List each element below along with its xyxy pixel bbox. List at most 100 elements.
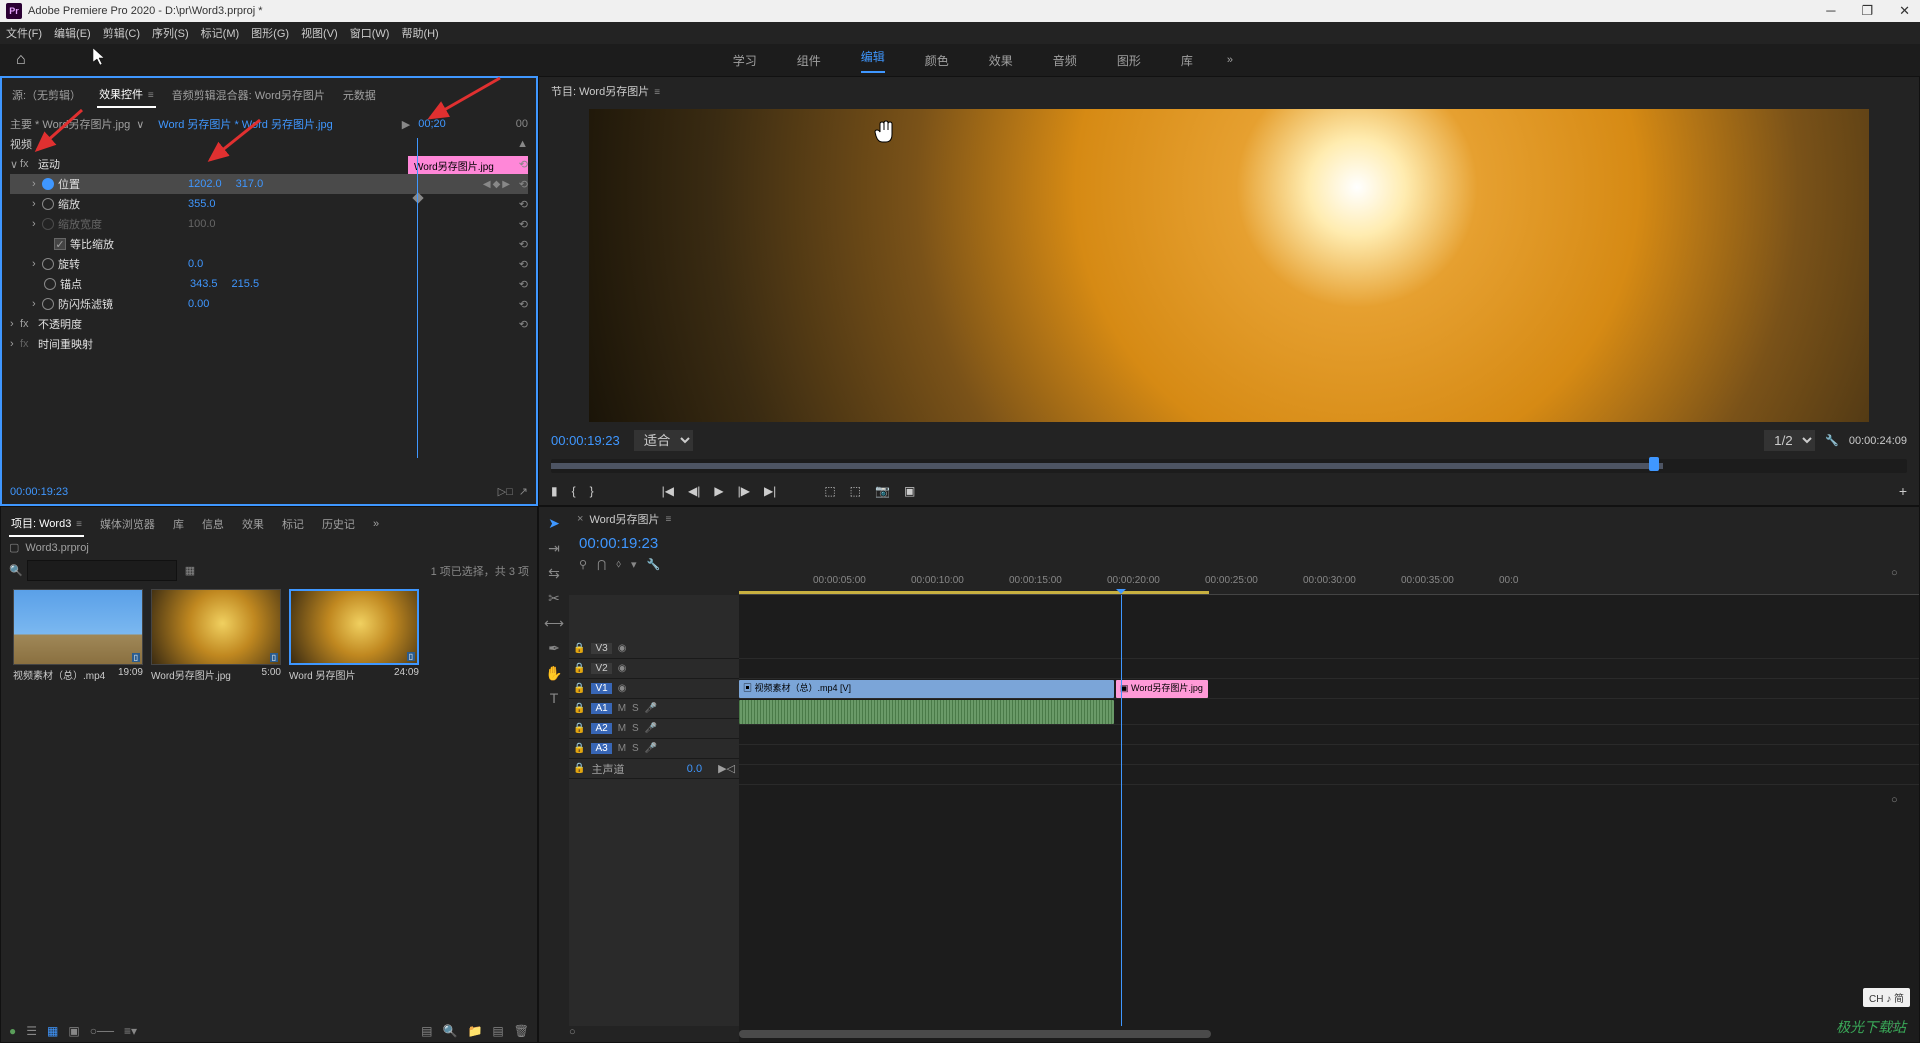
mark-in-icon[interactable]: ▮ bbox=[551, 484, 558, 498]
tab-markers[interactable]: 标记 bbox=[280, 512, 306, 536]
ws-editing[interactable]: 编辑 bbox=[861, 48, 885, 73]
stopwatch-scalew[interactable] bbox=[42, 218, 54, 230]
ws-color[interactable]: 颜色 bbox=[925, 52, 949, 69]
antiflicker-value[interactable]: 0.00 bbox=[188, 298, 209, 310]
settings-icon[interactable]: ▾ bbox=[631, 558, 637, 571]
pen-tool-icon[interactable]: ✒ bbox=[548, 640, 560, 657]
play-button[interactable]: ▶ bbox=[714, 484, 723, 498]
track-head-a2[interactable]: 🔒A2MS🎤 bbox=[569, 719, 739, 739]
snap-icon[interactable]: ⚲ bbox=[579, 558, 587, 571]
tab-metadata[interactable]: 元数据 bbox=[341, 83, 378, 107]
reset-motion[interactable]: ⟲ bbox=[519, 158, 528, 171]
goto-in-icon[interactable]: |◀ bbox=[662, 484, 674, 498]
prev-kf[interactable]: ◀ bbox=[483, 179, 491, 190]
track-v3[interactable] bbox=[739, 639, 1919, 659]
menu-help[interactable]: 帮助(H) bbox=[401, 25, 438, 41]
anchor-y[interactable]: 215.5 bbox=[232, 278, 260, 290]
expand-antiflicker[interactable]: › bbox=[32, 298, 42, 310]
list-view-icon[interactable]: ☰ bbox=[26, 1024, 37, 1038]
collapse-icon[interactable]: ▲ bbox=[517, 138, 528, 150]
tab-effects[interactable]: 效果 bbox=[240, 512, 266, 536]
step-back-icon[interactable]: ◀| bbox=[688, 484, 700, 498]
track-a1[interactable] bbox=[739, 699, 1919, 725]
ws-graphics[interactable]: 图形 bbox=[1117, 52, 1141, 69]
ws-learn[interactable]: 学习 bbox=[733, 52, 757, 69]
position-y[interactable]: 317.0 bbox=[236, 178, 264, 190]
goto-out-icon[interactable]: ▶| bbox=[764, 484, 776, 498]
settings-wrench-icon[interactable]: 🔧 bbox=[1825, 434, 1839, 447]
reset-opacity[interactable]: ⟲ bbox=[519, 318, 528, 331]
filter-icon[interactable]: ▦ bbox=[185, 564, 195, 577]
ws-assembly[interactable]: 组件 bbox=[797, 52, 821, 69]
expand-position[interactable]: › bbox=[32, 178, 42, 190]
tab-info[interactable]: 信息 bbox=[200, 512, 226, 536]
menu-view[interactable]: 视图(V) bbox=[301, 25, 338, 41]
selection-tool-icon[interactable]: ➤ bbox=[548, 515, 560, 532]
expand-scalew[interactable]: › bbox=[32, 218, 42, 230]
track-head-a1[interactable]: 🔒A1MS🎤 bbox=[569, 699, 739, 719]
menu-edit[interactable]: 编辑(E) bbox=[54, 25, 91, 41]
hand-tool-icon[interactable]: ✋ bbox=[545, 665, 562, 682]
timeline-scrollbar[interactable]: ○ bbox=[739, 1026, 1919, 1042]
scale-value[interactable]: 355.0 bbox=[188, 198, 216, 210]
tab-history[interactable]: 历史记 bbox=[320, 512, 357, 536]
home-icon[interactable]: ⌂ bbox=[16, 51, 26, 69]
reset-uniform[interactable]: ⟲ bbox=[519, 238, 528, 251]
track-master[interactable] bbox=[739, 765, 1919, 785]
marker-add-icon[interactable]: ⬨ bbox=[616, 558, 621, 571]
expand-motion[interactable]: ∨ bbox=[10, 158, 20, 171]
track-v1[interactable]: ▣ 视频素材（总）.mp4 [V] ▣ Word另存图片.jpg bbox=[739, 679, 1919, 699]
menu-clip[interactable]: 剪辑(C) bbox=[103, 25, 140, 41]
minimize-button[interactable]: ─ bbox=[1822, 3, 1839, 19]
linked-sel-icon[interactable]: ⋂ bbox=[597, 558, 606, 571]
sort-icon[interactable]: ≡▾ bbox=[124, 1024, 137, 1038]
expand-timeremap[interactable]: › bbox=[10, 338, 20, 350]
ws-more-icon[interactable]: » bbox=[1227, 54, 1233, 66]
next-kf[interactable]: ▶ bbox=[502, 179, 510, 190]
reset-scale[interactable]: ⟲ bbox=[519, 198, 528, 211]
fx-opacity-icon[interactable]: fx bbox=[20, 318, 34, 330]
menu-markers[interactable]: 标记(M) bbox=[201, 25, 240, 41]
tab-libraries[interactable]: 库 bbox=[171, 512, 186, 536]
tl-vzoom-top[interactable]: ○ bbox=[1891, 567, 1911, 579]
track-head-v1[interactable]: 🔒V1◉ bbox=[569, 679, 739, 699]
tab-media-browser[interactable]: 媒体浏览器 bbox=[98, 512, 157, 536]
export-frame-icon[interactable]: 📷 bbox=[875, 484, 890, 498]
tab-source[interactable]: 源:（无剪辑） bbox=[10, 83, 83, 107]
freeform-view-icon[interactable]: ▣ bbox=[68, 1024, 79, 1038]
marker-icon[interactable]: } bbox=[590, 484, 594, 498]
track-head-a3[interactable]: 🔒A3MS🎤 bbox=[569, 739, 739, 759]
find-icon[interactable]: 🔍 bbox=[443, 1024, 458, 1038]
comparison-icon[interactable]: ▣ bbox=[904, 484, 915, 498]
project-item-2[interactable]: ▯ Word另存图片.jpg5:00 bbox=[151, 589, 281, 684]
timeline-tracks-area[interactable]: ▣ 视频素材（总）.mp4 [V] ▣ Word另存图片.jpg bbox=[739, 595, 1919, 1026]
expand-opacity[interactable]: › bbox=[10, 318, 20, 330]
effect-tool-2[interactable]: ↗ bbox=[519, 485, 528, 498]
program-tc[interactable]: 00:00:19:23 bbox=[551, 433, 620, 448]
program-scrubber[interactable] bbox=[551, 459, 1907, 473]
track-head-v2[interactable]: 🔒V2◉ bbox=[569, 659, 739, 679]
track-head-master[interactable]: 🔒主声道0.0▶◁ bbox=[569, 759, 739, 779]
lift-icon[interactable]: ⬚ bbox=[824, 484, 835, 498]
track-a3[interactable] bbox=[739, 745, 1919, 765]
track-select-tool-icon[interactable]: ⇥ bbox=[548, 540, 560, 557]
stopwatch-rotation[interactable] bbox=[42, 258, 54, 270]
extract-icon[interactable]: ⬚ bbox=[850, 484, 861, 498]
timeline-tc[interactable]: 00:00:19:23 bbox=[579, 535, 660, 552]
clip-image-pink[interactable]: ▣ Word另存图片.jpg bbox=[1116, 680, 1208, 698]
ws-effects[interactable]: 效果 bbox=[989, 52, 1013, 69]
track-a2[interactable] bbox=[739, 725, 1919, 745]
ripple-tool-icon[interactable]: ⇆ bbox=[548, 565, 560, 582]
stopwatch-anchor[interactable] bbox=[44, 278, 56, 290]
stopwatch-scale[interactable] bbox=[42, 198, 54, 210]
wrench-tl-icon[interactable]: 🔧 bbox=[647, 558, 661, 571]
write-indicator-icon[interactable]: ● bbox=[9, 1024, 16, 1038]
clip-video-main[interactable]: ▣ 视频素材（总）.mp4 [V] bbox=[739, 680, 1114, 698]
effect-playhead[interactable] bbox=[417, 138, 418, 458]
project-search-input[interactable] bbox=[27, 560, 177, 581]
icon-view-icon[interactable]: ▦ bbox=[47, 1024, 58, 1038]
slip-tool-icon[interactable]: ⟷ bbox=[544, 615, 564, 632]
expand-scale[interactable]: › bbox=[32, 198, 42, 210]
timeline-scroll-thumb[interactable] bbox=[739, 1030, 1211, 1038]
automate-icon[interactable]: ▤ bbox=[421, 1024, 432, 1038]
